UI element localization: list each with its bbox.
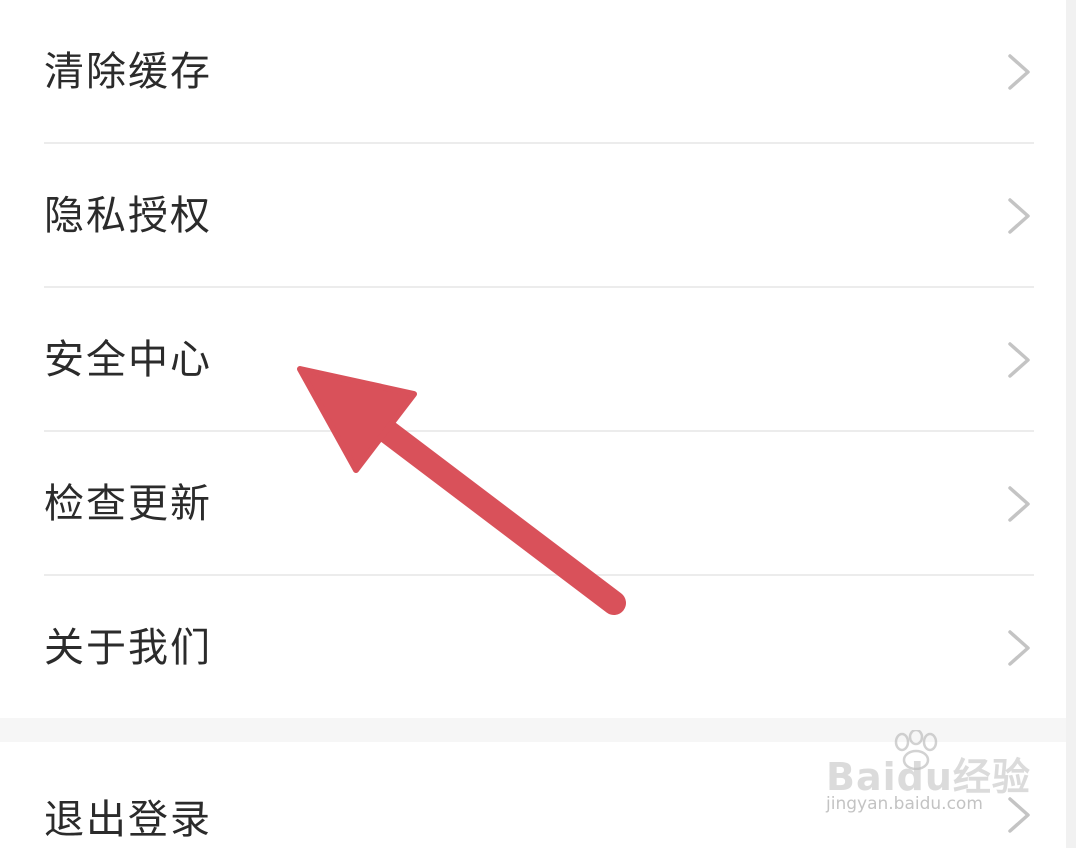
menu-item-label: 隐私授权: [44, 193, 212, 239]
menu-item-label: 检查更新: [44, 481, 212, 527]
menu-item-about-us[interactable]: 关于我们: [0, 576, 1066, 720]
chevron-right-icon: [1008, 797, 1030, 833]
menu-item-label: 关于我们: [44, 625, 212, 671]
menu-item-security-center[interactable]: 安全中心: [0, 288, 1066, 432]
chevron-right-icon: [1008, 486, 1030, 522]
chevron-right-icon: [1008, 54, 1030, 90]
logout-label: 退出登录: [44, 797, 212, 843]
menu-item-clear-cache[interactable]: 清除缓存: [0, 0, 1066, 144]
logout-group: 退出登录: [0, 742, 1066, 848]
menu-item-label: 安全中心: [44, 337, 212, 383]
chevron-right-icon: [1008, 630, 1030, 666]
chevron-right-icon: [1008, 198, 1030, 234]
settings-screen: 清除缓存 隐私授权 安全中心 检查更新 关于我们 退出登录 Baidu经验 ji…: [0, 0, 1076, 848]
chevron-right-icon: [1008, 342, 1030, 378]
menu-item-check-update[interactable]: 检查更新: [0, 432, 1066, 576]
group-separator: [0, 718, 1066, 742]
menu-item-label: 清除缓存: [44, 49, 212, 95]
menu-item-privacy-authorization[interactable]: 隐私授权: [0, 144, 1066, 288]
settings-menu: 清除缓存 隐私授权 安全中心 检查更新 关于我们: [0, 0, 1066, 720]
scroll-edge: [1066, 0, 1076, 848]
menu-item-logout[interactable]: 退出登录: [0, 742, 1066, 848]
